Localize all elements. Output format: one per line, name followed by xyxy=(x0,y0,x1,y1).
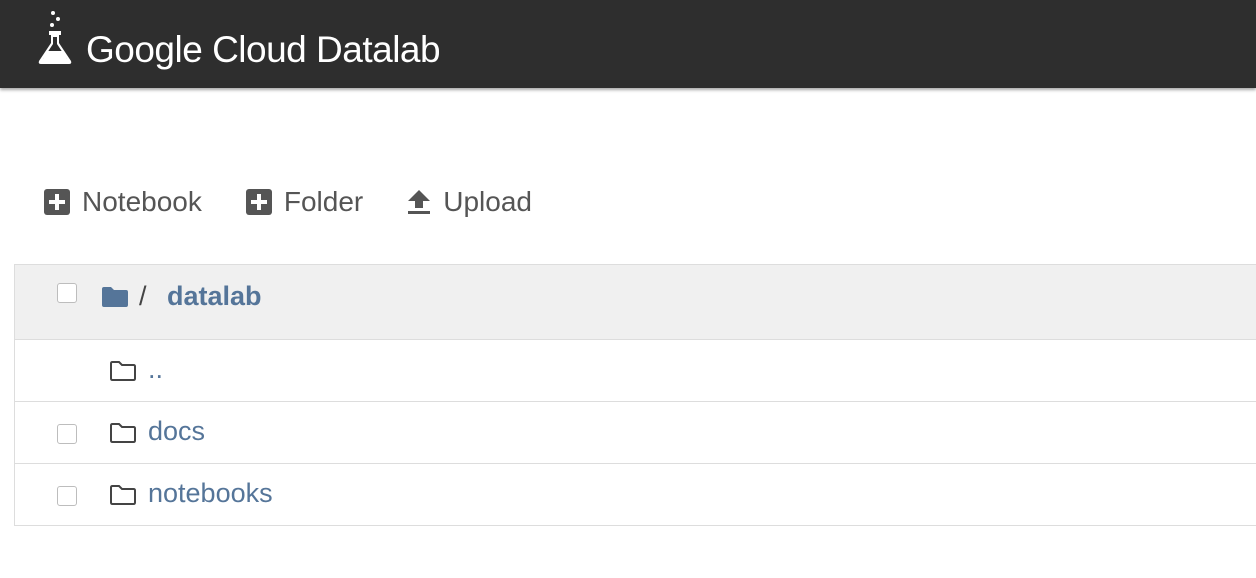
folder-outline-icon xyxy=(110,485,136,505)
flask-icon xyxy=(38,11,72,64)
list-item[interactable]: docs xyxy=(15,401,1256,463)
file-list: / datalab .. docs notebooks xyxy=(14,264,1256,526)
list-item[interactable]: notebooks xyxy=(15,463,1256,525)
folder-link-notebooks[interactable]: notebooks xyxy=(148,478,273,509)
folder-filled-icon xyxy=(102,287,128,307)
upload-label: Upload xyxy=(443,186,532,217)
row-checkbox[interactable] xyxy=(57,486,77,506)
upload-button[interactable]: Upload xyxy=(407,186,532,218)
top-bar: Google Cloud Datalab xyxy=(0,0,1256,88)
plus-square-icon xyxy=(245,189,272,215)
new-folder-button[interactable]: Folder xyxy=(245,186,364,218)
select-all-checkbox[interactable] xyxy=(57,283,77,303)
folder-outline-icon xyxy=(110,361,136,381)
new-notebook-label: Notebook xyxy=(82,186,202,217)
list-item-parent[interactable]: .. xyxy=(15,339,1256,401)
breadcrumb-current[interactable]: datalab xyxy=(167,281,262,312)
folder-link-docs[interactable]: docs xyxy=(148,416,205,447)
upload-icon xyxy=(408,190,431,214)
row-checkbox[interactable] xyxy=(57,424,77,444)
new-notebook-button[interactable]: Notebook xyxy=(44,186,202,218)
plus-square-icon xyxy=(44,189,70,215)
parent-folder-link[interactable]: .. xyxy=(148,354,163,385)
breadcrumb-separator: / xyxy=(139,281,147,311)
folder-outline-icon xyxy=(110,423,136,443)
file-toolbar: Notebook Folder Upload xyxy=(44,180,532,224)
breadcrumb-row: / datalab xyxy=(15,265,1256,339)
brand-title: Google Cloud Datalab xyxy=(86,29,441,70)
new-folder-label: Folder xyxy=(283,186,364,217)
